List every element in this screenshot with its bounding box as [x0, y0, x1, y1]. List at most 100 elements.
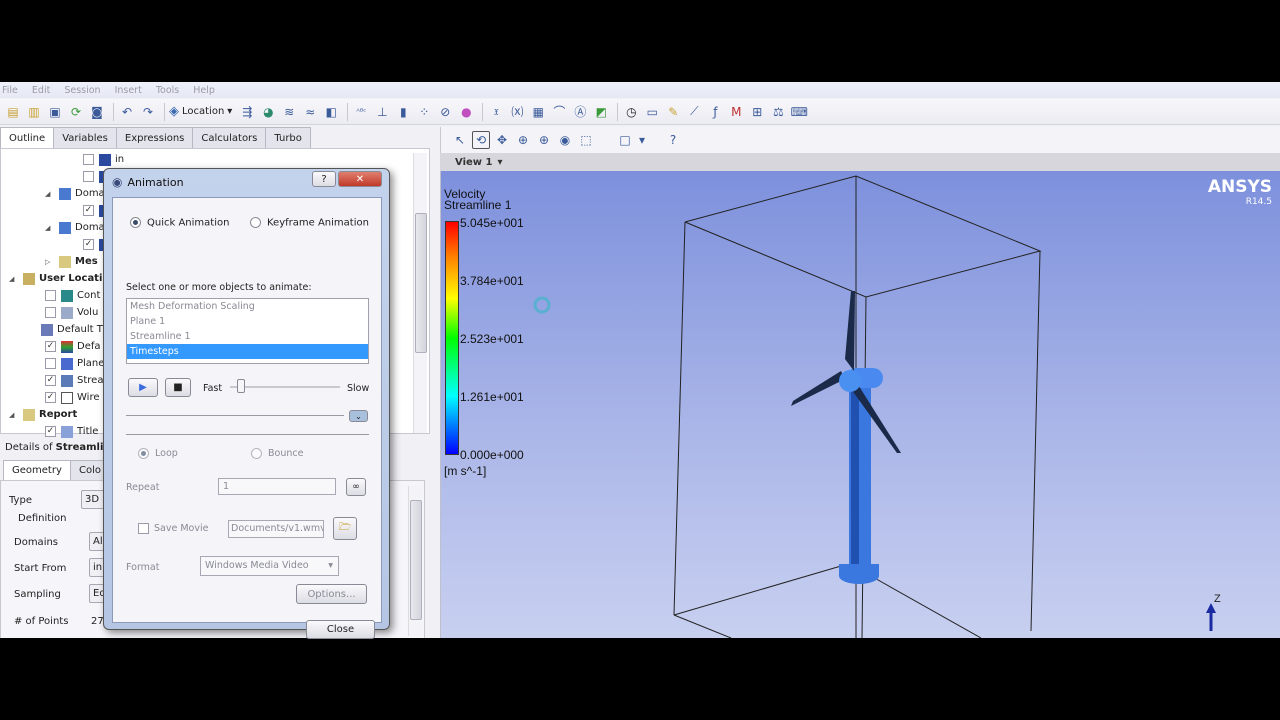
- tree-item[interactable]: ◢ User Locati: [9, 270, 102, 287]
- tree-item[interactable]: ✓ Strea: [45, 372, 103, 389]
- menu-file[interactable]: File: [2, 85, 18, 96]
- tree-scrollbar[interactable]: [413, 153, 427, 433]
- save-state-icon[interactable]: ▥: [25, 103, 43, 121]
- case-comparison-icon[interactable]: ⚖: [769, 103, 787, 121]
- fit-view-icon[interactable]: ⬚: [577, 131, 595, 149]
- redo-icon[interactable]: ↷: [139, 103, 157, 121]
- tree-item[interactable]: Cont: [45, 287, 100, 304]
- expand-icon[interactable]: ◢: [45, 224, 55, 232]
- function-calculator-icon[interactable]: ƒ: [706, 103, 724, 121]
- tree-item[interactable]: ▷ Mes: [45, 253, 98, 270]
- text-icon[interactable]: ᴬᴮᶜ: [352, 103, 370, 121]
- 3d-viewport[interactable]: Velocity Streamline 1 5.045e+001 3.784e+0…: [440, 171, 1280, 638]
- tree-item[interactable]: ◢ Doma: [45, 219, 105, 236]
- menu-insert[interactable]: Insert: [115, 85, 142, 96]
- close-button[interactable]: Close: [306, 620, 375, 639]
- keyframe-animation-radio[interactable]: Keyframe Animation: [250, 217, 369, 229]
- repeat-spinbox[interactable]: 1: [218, 478, 336, 495]
- refresh-icon[interactable]: ⟳: [67, 103, 85, 121]
- table-icon[interactable]: ▦: [529, 103, 547, 121]
- checkbox[interactable]: [83, 171, 94, 182]
- scroll-thumb[interactable]: [410, 500, 422, 620]
- checkbox[interactable]: ✓: [83, 239, 94, 250]
- tab-outline[interactable]: Outline: [0, 127, 55, 149]
- figure-icon[interactable]: ◩: [592, 103, 610, 121]
- loop-radio[interactable]: Loop: [138, 448, 178, 459]
- tab-expressions[interactable]: Expressions: [115, 127, 194, 148]
- tree-item[interactable]: Plane: [45, 355, 104, 372]
- expand-icon[interactable]: ◢: [45, 190, 55, 198]
- mesh-calculator-icon[interactable]: ⊞: [748, 103, 766, 121]
- zoom-fit-icon[interactable]: ◉: [556, 131, 574, 149]
- legend-icon[interactable]: ▮: [394, 103, 412, 121]
- timestep-selector-icon[interactable]: ◷: [622, 103, 640, 121]
- list-item[interactable]: Plane 1: [127, 314, 368, 329]
- tree-item[interactable]: in: [83, 151, 124, 168]
- macro-calculator-icon[interactable]: M: [727, 103, 745, 121]
- browse-folder-button[interactable]: 🗁: [333, 517, 357, 540]
- zoom-icon[interactable]: ⊕: [514, 131, 532, 149]
- color-map-icon[interactable]: ●: [457, 103, 475, 121]
- expand-icon[interactable]: ◢: [9, 411, 19, 419]
- checkbox[interactable]: ✓: [83, 205, 94, 216]
- tab-turbo[interactable]: Turbo: [265, 127, 311, 148]
- movie-path-input[interactable]: Documents/v1.wmv: [228, 520, 324, 538]
- stop-button[interactable]: ■: [165, 378, 191, 397]
- close-window-button[interactable]: ✕: [338, 171, 382, 187]
- format-dropdown[interactable]: Windows Media Video ▾: [200, 556, 339, 576]
- tree-item[interactable]: ◢ Report: [9, 406, 77, 423]
- checkbox[interactable]: ✓: [45, 375, 56, 386]
- expression-icon[interactable]: ⒳: [508, 103, 526, 121]
- tree-item[interactable]: ✓ Title: [45, 423, 98, 440]
- save-icon[interactable]: ▣: [46, 103, 64, 121]
- play-button[interactable]: ▶: [128, 378, 158, 397]
- volume-rendering-icon[interactable]: ◧: [322, 103, 340, 121]
- checkbox[interactable]: [83, 154, 94, 165]
- tab-calculators[interactable]: Calculators: [192, 127, 267, 148]
- list-item[interactable]: Mesh Deformation Scaling: [127, 299, 368, 314]
- vector-icon[interactable]: ⇶: [238, 103, 256, 121]
- scroll-thumb[interactable]: [415, 213, 427, 353]
- variable-icon[interactable]: 𝔵: [487, 103, 505, 121]
- select-icon[interactable]: ↖: [451, 131, 469, 149]
- infinite-repeat-button[interactable]: ∞: [346, 478, 366, 496]
- collapse-icon[interactable]: ▷: [45, 258, 55, 266]
- undo-icon[interactable]: ↶: [118, 103, 136, 121]
- tab-geometry[interactable]: Geometry: [3, 460, 71, 480]
- checkbox[interactable]: ✓: [45, 426, 56, 437]
- checkbox[interactable]: ✓: [45, 341, 56, 352]
- help-button[interactable]: ?: [312, 171, 336, 187]
- location-dropdown[interactable]: ◈ Location ▾: [169, 104, 232, 119]
- pan-icon[interactable]: ✥: [493, 131, 511, 149]
- options-button[interactable]: Options...: [296, 584, 367, 604]
- load-state-icon[interactable]: ▤: [4, 103, 22, 121]
- checkbox[interactable]: ✓: [45, 392, 56, 403]
- menu-session[interactable]: Session: [64, 85, 100, 96]
- checkbox[interactable]: [45, 307, 56, 318]
- instance-transform-icon[interactable]: ⁘: [415, 103, 433, 121]
- dialog-titlebar[interactable]: ◉ Animation: [112, 175, 184, 189]
- view-selector[interactable]: View 1 ▾: [440, 153, 1280, 171]
- contour-icon[interactable]: ◕: [259, 103, 277, 121]
- particle-track-icon[interactable]: ≈: [301, 103, 319, 121]
- tree-item[interactable]: ◢ Doma: [45, 185, 105, 202]
- tree-item[interactable]: Default T: [41, 321, 103, 338]
- list-item[interactable]: Streamline 1: [127, 329, 368, 344]
- speed-slider[interactable]: [230, 386, 340, 388]
- list-item-selected[interactable]: Timesteps: [127, 344, 368, 359]
- coordinate-frame-icon[interactable]: ⊥: [373, 103, 391, 121]
- objects-listbox[interactable]: Mesh Deformation Scaling Plane 1 Streaml…: [126, 298, 369, 364]
- command-editor-icon[interactable]: ⌨: [790, 103, 808, 121]
- tree-item[interactable]: ✓ Wire: [45, 389, 100, 406]
- speed-slider-thumb[interactable]: [237, 379, 245, 393]
- menu-edit[interactable]: Edit: [32, 85, 50, 96]
- chart-icon[interactable]: ⌒: [550, 103, 568, 121]
- save-movie-checkbox[interactable]: Save Movie: [138, 523, 208, 534]
- tab-variables[interactable]: Variables: [53, 127, 117, 148]
- points-field[interactable]: 27: [91, 616, 104, 627]
- tree-item[interactable]: Volu: [45, 304, 98, 321]
- comment-icon[interactable]: Ⓐ: [571, 103, 589, 121]
- checkbox[interactable]: [45, 290, 56, 301]
- clip-plane-icon[interactable]: ⊘: [436, 103, 454, 121]
- rotate-icon[interactable]: ⟲: [472, 131, 490, 149]
